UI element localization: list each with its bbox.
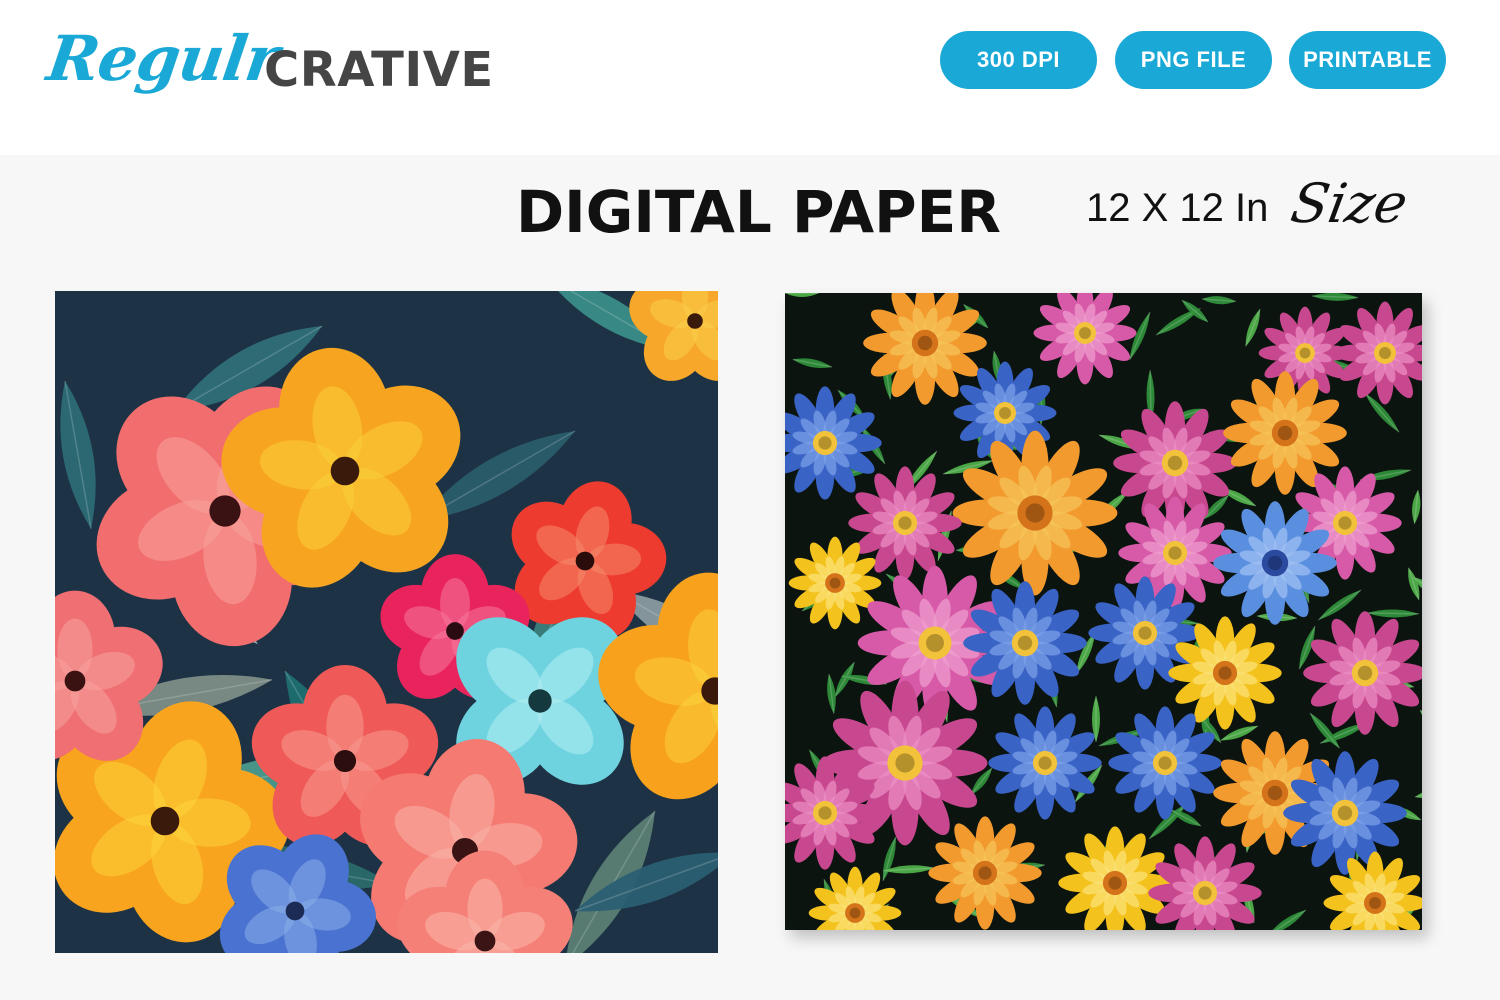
badge-300-dpi: 300 DPI [940,31,1097,89]
teal-floral-pattern-image [55,291,718,953]
header-bar: Regulr CRATIVE 300 DPI PNG FILE PRINTABL… [0,0,1500,155]
dark-floral-pattern-image [785,293,1422,930]
size-label: 12 X 12 In [1086,186,1269,230]
paper-preview-teal-floral [55,291,718,953]
page-title: DIGITAL PAPER [516,178,1001,246]
brand-logo-block: CRATIVE [264,42,494,98]
size-script-label: Size [1286,172,1413,235]
badge-printable: PRINTABLE [1289,31,1446,89]
badge-png-file: PNG FILE [1115,31,1272,89]
brand-logo-script: Regulr [42,22,283,95]
paper-preview-dark-floral [785,293,1422,930]
